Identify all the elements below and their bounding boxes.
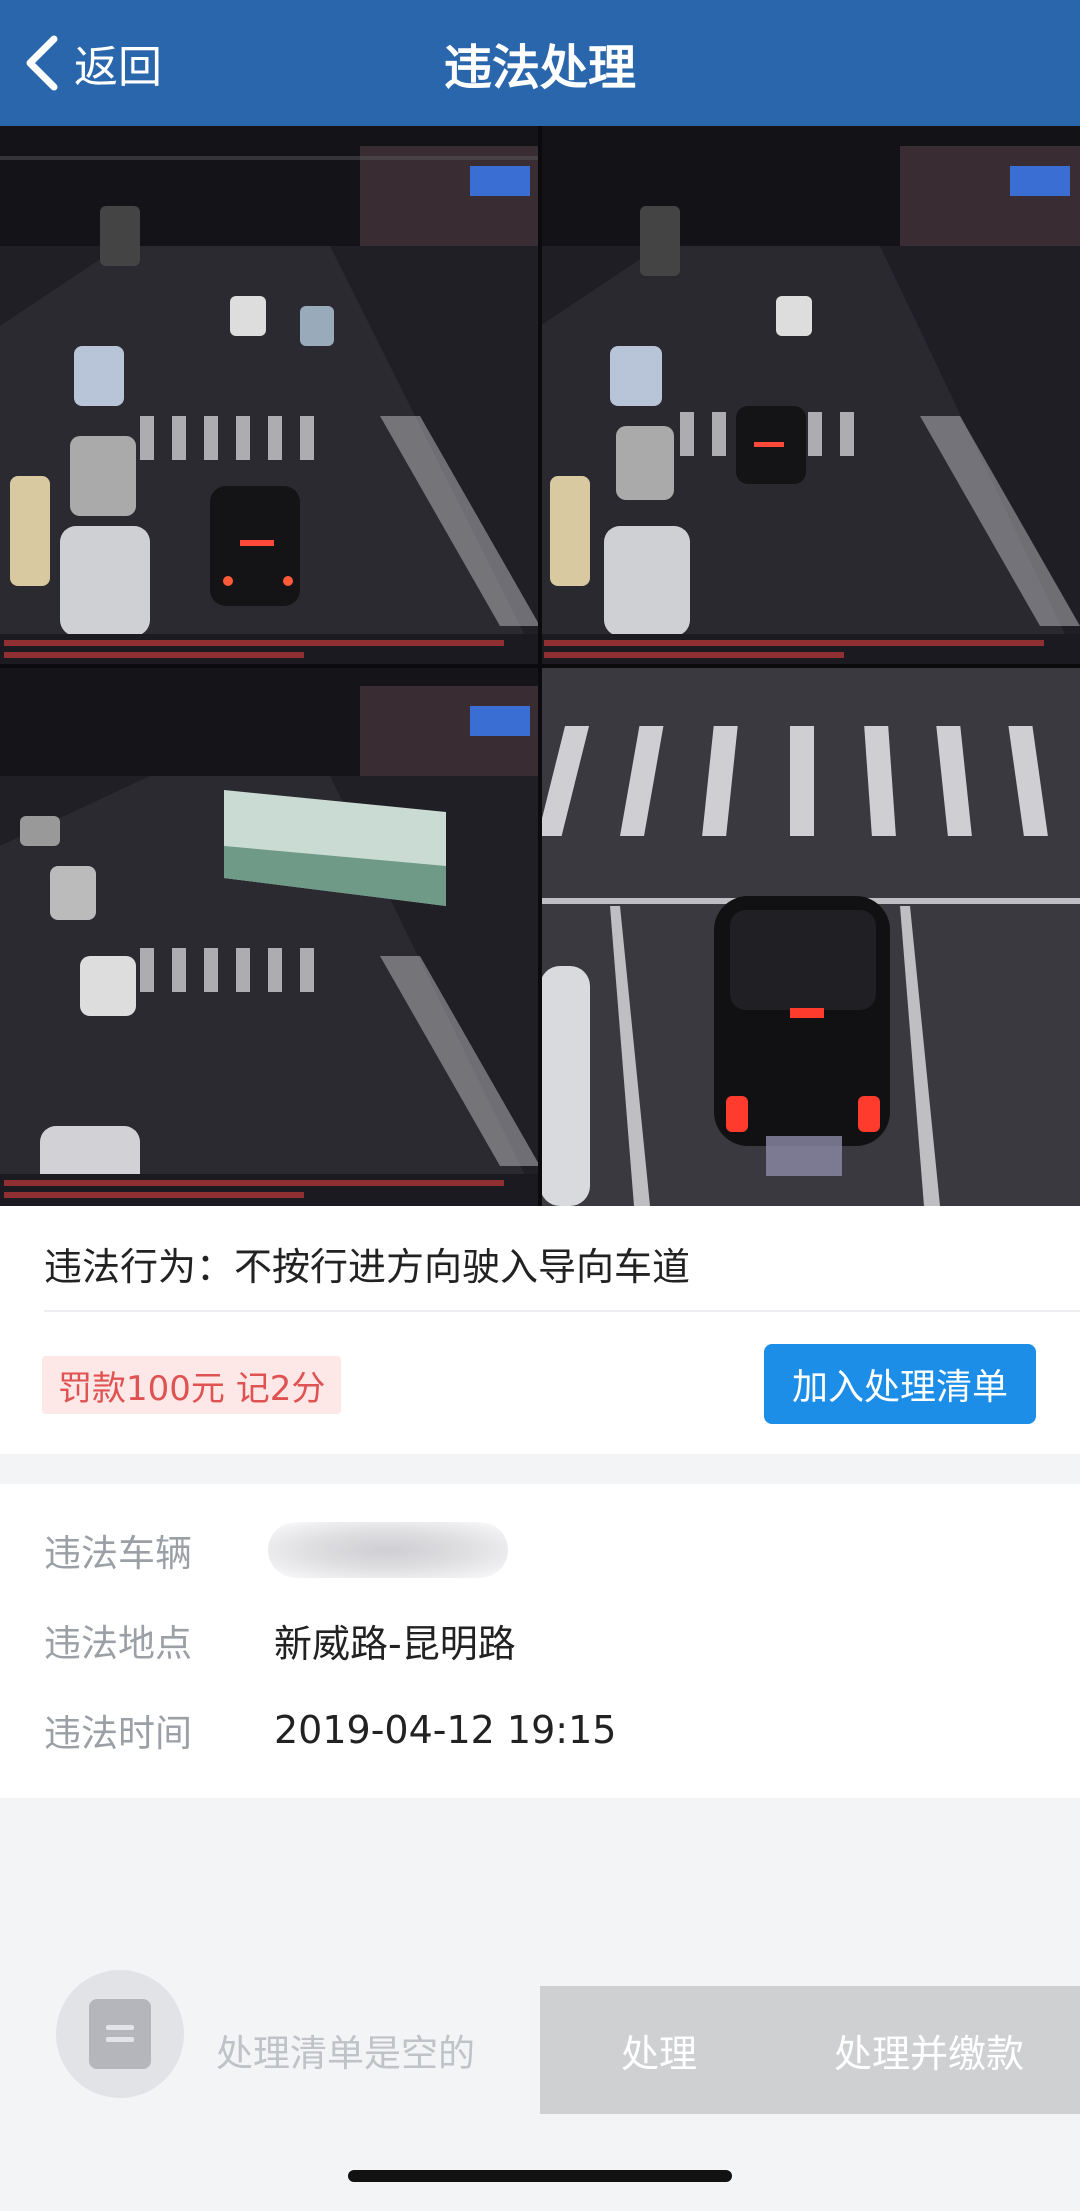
blurred-plate-number bbox=[268, 1522, 508, 1578]
empty-list-text: 处理清单是空的 bbox=[216, 2032, 475, 2075]
detail-row-location: 违法地点 新威路-昆明路 bbox=[44, 1610, 516, 1670]
detail-row-vehicle: 违法车辆 bbox=[44, 1520, 508, 1580]
process-list-button[interactable] bbox=[56, 1970, 184, 2098]
time-label: 违法时间 bbox=[44, 1712, 192, 1755]
vehicle-label: 违法车辆 bbox=[44, 1532, 192, 1575]
violation-details-card: 违法车辆 违法地点 新威路-昆明路 违法时间 2019-04-12 19:15 bbox=[0, 1484, 1080, 1798]
add-to-process-list-button[interactable]: 加入处理清单 bbox=[764, 1344, 1036, 1424]
process-button[interactable]: 处理 bbox=[540, 1986, 778, 2114]
top-navigation-bar: 返回 违法处理 bbox=[0, 0, 1080, 126]
violation-behavior: 违法行为：不按行进方向驶入导向车道 bbox=[44, 1245, 691, 1289]
location-label: 违法地点 bbox=[44, 1622, 192, 1665]
violation-photo-1[interactable] bbox=[0, 126, 540, 666]
location-value: 新威路-昆明路 bbox=[274, 1621, 516, 1666]
home-indicator[interactable] bbox=[348, 2170, 732, 2182]
violation-summary-card: 违法行为：不按行进方向驶入导向车道 罚款100元 记2分 加入处理清单 bbox=[0, 1206, 1080, 1454]
process-and-pay-button[interactable]: 处理并缴款 bbox=[778, 1986, 1080, 2114]
detail-row-time: 违法时间 2019-04-12 19:15 bbox=[44, 1700, 616, 1760]
time-value: 2019-04-12 19:15 bbox=[274, 1708, 617, 1752]
violation-photo-4[interactable] bbox=[540, 666, 1080, 1206]
divider bbox=[44, 1310, 1080, 1312]
penalty-badge: 罚款100元 记2分 bbox=[42, 1356, 342, 1414]
page-title: 违法处理 bbox=[443, 40, 636, 96]
bottom-action-bar: 处理清单是空的 处理 处理并缴款 bbox=[0, 1970, 1080, 2114]
photo-divider-horizontal bbox=[0, 664, 1080, 668]
violation-photo-3[interactable] bbox=[0, 666, 540, 1206]
list-icon bbox=[89, 1999, 151, 2069]
violation-photo-2[interactable] bbox=[540, 126, 1080, 666]
